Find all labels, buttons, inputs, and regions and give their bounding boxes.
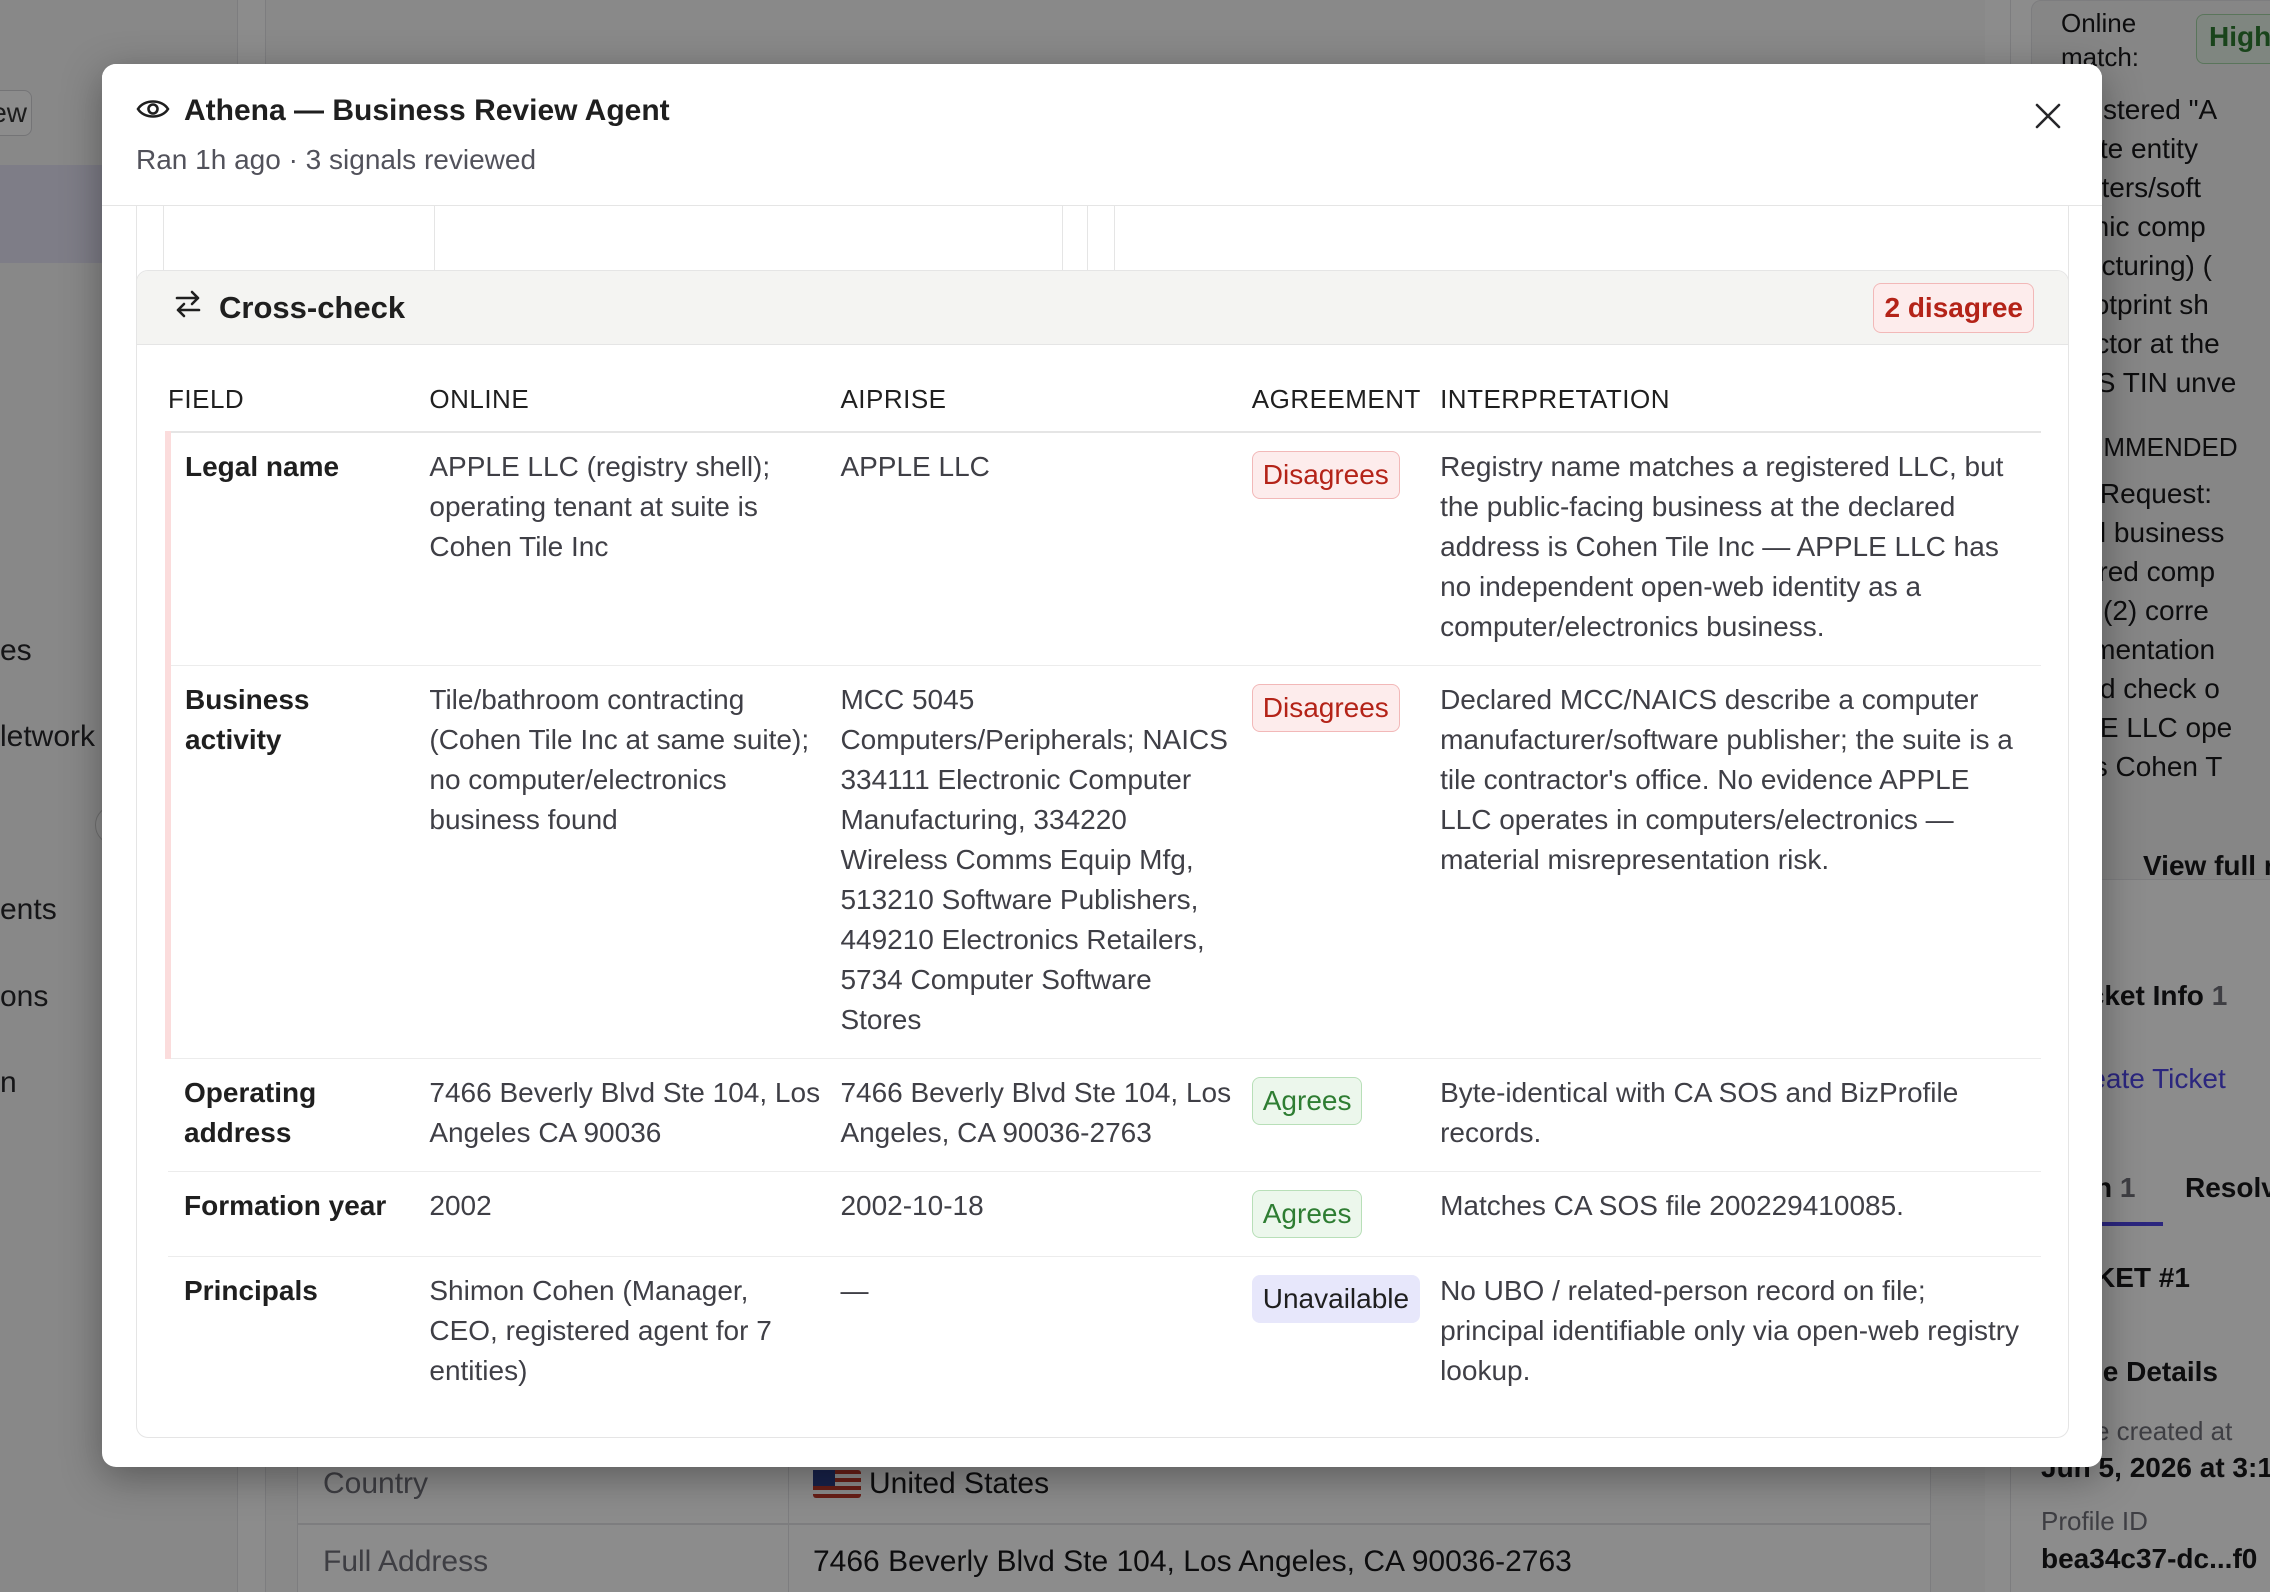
cell-interpretation: Byte-identical with CA SOS and BizProfil… (1440, 1058, 2041, 1172)
cell-interpretation: No UBO / related-person record on file; … (1440, 1275, 2020, 1386)
column-header-agreement: AGREEMENT (1251, 379, 1441, 433)
cell-field: Legal name (164, 432, 430, 666)
cell-interpretation: Declared MCC/NAICS describe a computer m… (1440, 665, 2041, 1059)
cell-aiprise: MCC 5045 Computers/Peripherals; NAICS 33… (840, 665, 1252, 1059)
column-header-online: ONLINE (429, 379, 841, 433)
disagree-count-badge: 2 disagree (1873, 283, 2034, 333)
table-row: Legal name APPLE LLC (registry shell); o… (164, 432, 2041, 666)
table-row: Business activity Tile/bathroom contract… (164, 665, 2041, 1059)
eye-icon (136, 97, 170, 126)
cell-online: Tile/bathroom contracting (Cohen Tile In… (429, 665, 841, 1059)
close-icon (2035, 103, 2061, 129)
business-review-modal: Athena — Business Review Agent Ran 1h ag… (102, 64, 2102, 1467)
cross-check-title: Cross-check (219, 290, 406, 325)
cell-online: APPLE LLC (registry shell); operating te… (429, 432, 841, 666)
agreement-badge: Agrees (1251, 1190, 1363, 1238)
cell-field: Formation year (168, 1171, 430, 1257)
cell-field: Operating address (168, 1058, 430, 1172)
cell-aiprise: 2002-10-18 (840, 1171, 1252, 1257)
cell-online: 2002 (429, 1171, 841, 1257)
table-row: Operating address 7466 Beverly Blvd Ste … (168, 1058, 2041, 1172)
cell-online: Shimon Cohen (Manager, CEO, registered a… (429, 1275, 772, 1386)
cross-check-table: FIELD ONLINE AIPRISE AGREEMENT INTERPRET… (164, 379, 2041, 1410)
modal-header: Athena — Business Review Agent Ran 1h ag… (102, 64, 2102, 206)
cell-aiprise: APPLE LLC (840, 432, 1252, 666)
table-header-row: FIELD ONLINE AIPRISE AGREEMENT INTERPRET… (168, 379, 2041, 433)
cell-field: Business activity (164, 665, 430, 1059)
swap-arrows-icon (173, 289, 203, 327)
column-header-aiprise: AIPRISE (840, 379, 1252, 433)
close-button[interactable] (2028, 96, 2068, 136)
cell-aiprise: — (840, 1275, 869, 1306)
modal-title: Athena — Business Review Agent (184, 94, 670, 127)
table-row: Principals Shimon Cohen (Manager, CEO, r… (168, 1257, 2041, 1410)
cell-online: 7466 Beverly Blvd Ste 104, Los Angeles C… (429, 1058, 841, 1172)
cell-interpretation: Registry name matches a registered LLC, … (1440, 432, 2041, 666)
cell-aiprise: 7466 Beverly Blvd Ste 104, Los Angeles, … (840, 1058, 1252, 1172)
table-row: Formation year 2002 2002-10-18 Agrees Ma… (168, 1171, 2041, 1257)
column-header-field: FIELD (168, 379, 430, 433)
cross-check-section: Cross-check 2 disagree FIELD ONLINE AIPR… (136, 270, 2069, 1438)
agreement-badge: Unavailable (1251, 1275, 1421, 1323)
agreement-badge: Disagrees (1251, 684, 1400, 732)
modal-subtitle: Ran 1h ago · 3 signals reviewed (136, 144, 537, 175)
cell-field: Principals (184, 1275, 318, 1306)
agreement-badge: Agrees (1251, 1077, 1363, 1125)
cell-interpretation: Matches CA SOS file 200229410085. (1440, 1171, 2041, 1257)
column-header-interpretation: INTERPRETATION (1440, 379, 2041, 433)
cross-check-header: Cross-check 2 disagree (137, 271, 2068, 345)
agreement-badge: Disagrees (1251, 451, 1400, 499)
